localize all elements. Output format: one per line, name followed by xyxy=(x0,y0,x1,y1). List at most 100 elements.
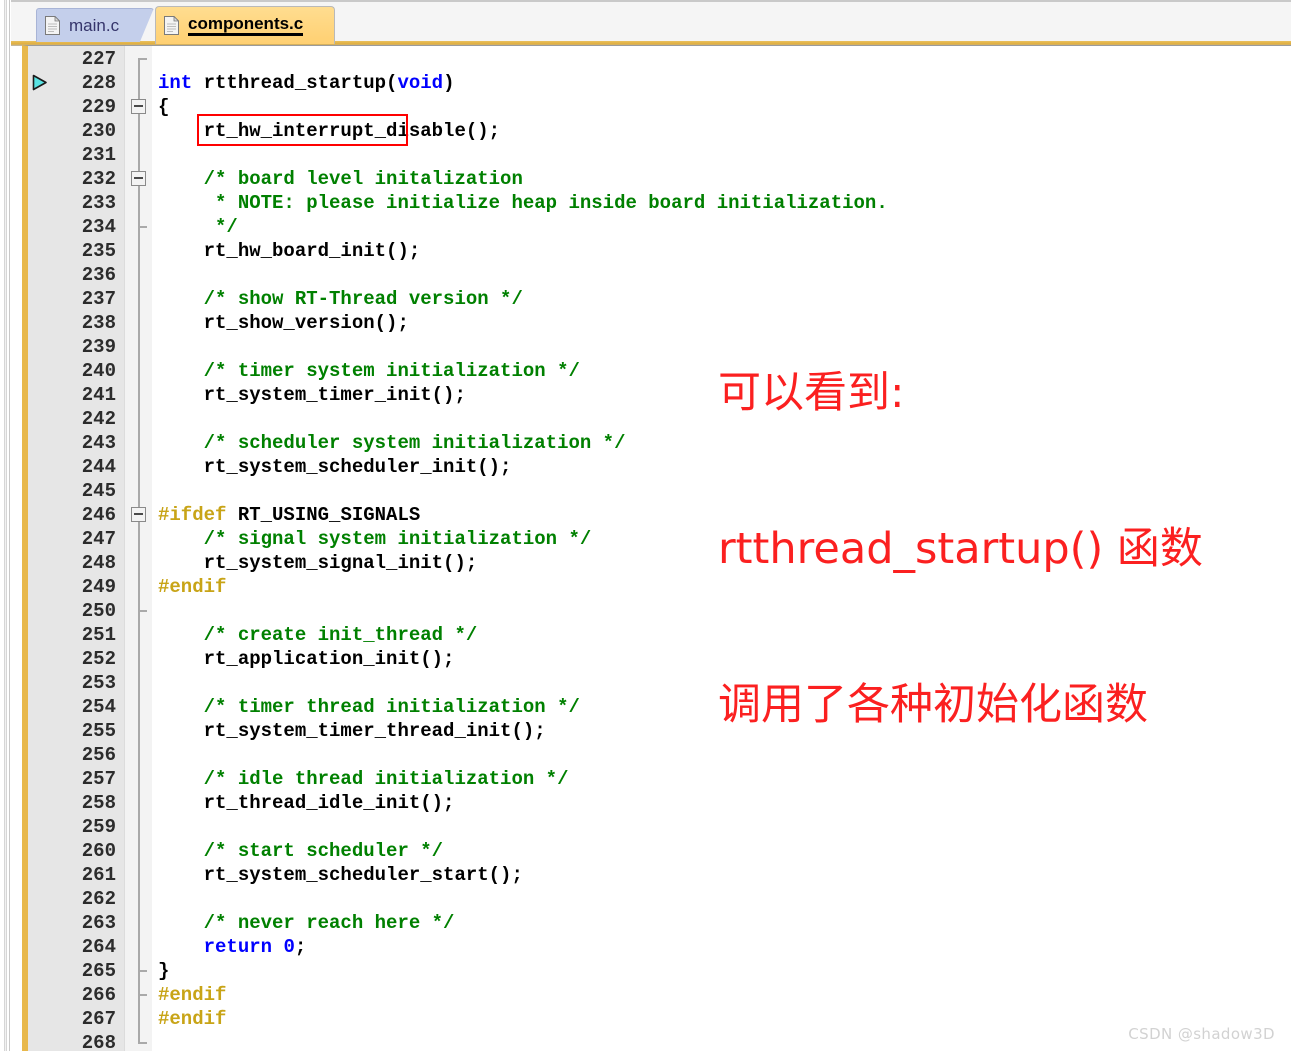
code-line[interactable]: return 0; xyxy=(158,935,307,959)
left-panel-scroll-strip xyxy=(4,0,7,1051)
code-line[interactable]: /* create init_thread */ xyxy=(158,623,478,647)
code-token: /* timer thread initialization */ xyxy=(158,696,580,718)
code-line[interactable]: /* signal system initialization */ xyxy=(158,527,592,551)
code-token: /* board level initalization xyxy=(158,168,523,190)
code-token: /* timer system initialization */ xyxy=(158,360,580,382)
code-line[interactable]: #endif xyxy=(158,575,226,599)
line-number: 244 xyxy=(81,456,116,478)
code-folding-margin[interactable] xyxy=(124,46,152,1051)
line-number: 240 xyxy=(81,360,116,382)
fold-tick xyxy=(138,226,147,228)
code-token: * NOTE: please initialize heap inside bo… xyxy=(158,192,888,214)
code-token: { xyxy=(158,96,170,118)
code-line[interactable]: int rtthread_startup(void) xyxy=(158,71,454,95)
line-number: 232 xyxy=(81,168,116,190)
line-number: 239 xyxy=(81,336,116,358)
code-line[interactable]: rt_system_timer_thread_init(); xyxy=(158,719,546,743)
fold-tick xyxy=(138,610,147,612)
code-line[interactable]: rt_hw_board_init(); xyxy=(158,239,421,263)
code-line[interactable]: { xyxy=(158,95,169,119)
code-line[interactable]: rt_system_signal_init(); xyxy=(158,551,478,575)
tab-label: components.c xyxy=(188,14,304,37)
code-line[interactable]: /* scheduler system initialization */ xyxy=(158,431,626,455)
code-line[interactable]: rt_show_version(); xyxy=(158,311,409,335)
line-number: 265 xyxy=(81,960,116,982)
code-token: rt_system_timer_thread_init(); xyxy=(158,720,546,742)
line-number: 238 xyxy=(81,312,116,334)
code-line[interactable]: /* timer thread initialization */ xyxy=(158,695,580,719)
file-icon xyxy=(164,16,179,35)
line-number: 268 xyxy=(81,1032,116,1054)
code-line[interactable]: } xyxy=(158,959,169,983)
code-token: /* scheduler system initialization */ xyxy=(158,432,626,454)
code-token: /* show RT-Thread version */ xyxy=(158,288,523,310)
line-number: 229 xyxy=(81,96,116,118)
line-number: 256 xyxy=(81,744,116,766)
code-line[interactable]: #ifdef RT_USING_SIGNALS xyxy=(158,503,420,527)
annotation-text: 可以看到: rtthread_startup() 函数 调用了各种初始化函数 xyxy=(718,263,1203,835)
code-token: 0 xyxy=(283,936,295,958)
code-line[interactable]: /* board level initalization xyxy=(158,167,523,191)
line-number: 258 xyxy=(81,792,116,814)
file-icon xyxy=(45,16,60,35)
code-token: /* create init_thread */ xyxy=(158,624,478,646)
code-line[interactable]: #endif xyxy=(158,983,226,1007)
code-token: #endif xyxy=(158,576,227,598)
code-line[interactable]: rt_system_timer_init(); xyxy=(158,383,466,407)
fold-collapse-box[interactable] xyxy=(131,99,146,114)
code-line[interactable]: */ xyxy=(158,215,238,239)
line-number: 247 xyxy=(81,528,116,550)
code-line[interactable]: /* start scheduler */ xyxy=(158,839,443,863)
line-number: 266 xyxy=(81,984,116,1006)
code-token: /* never reach here */ xyxy=(158,912,455,934)
code-line[interactable]: /* never reach here */ xyxy=(158,911,455,935)
breakpoint-margin[interactable] xyxy=(28,46,50,1051)
line-number: 234 xyxy=(81,216,116,238)
code-line[interactable]: /* timer system initialization */ xyxy=(158,359,580,383)
code-token: */ xyxy=(158,216,238,238)
code-line[interactable]: #endif xyxy=(158,1007,226,1031)
tab-main-c[interactable]: main.c xyxy=(36,8,154,42)
fold-tick xyxy=(138,994,147,996)
line-number: 262 xyxy=(81,888,116,910)
line-number: 260 xyxy=(81,840,116,862)
code-line[interactable]: /* show RT-Thread version */ xyxy=(158,287,523,311)
code-token: } xyxy=(158,960,170,982)
code-line[interactable]: rt_application_init(); xyxy=(158,647,455,671)
code-token: int xyxy=(158,72,204,94)
fold-region-end xyxy=(138,1042,147,1044)
line-number: 263 xyxy=(81,912,116,934)
editor-window: main.c components.c 227 228 229 230 231 232 23… xyxy=(0,0,1291,1054)
line-number: 241 xyxy=(81,384,116,406)
fold-collapse-box[interactable] xyxy=(131,171,146,186)
code-token: /* idle thread initialization */ xyxy=(158,768,569,790)
line-number: 227 xyxy=(81,48,116,70)
watermark: CSDN @shadow3D xyxy=(1128,1025,1275,1043)
line-number: 248 xyxy=(81,552,116,574)
fold-tick xyxy=(138,58,147,60)
code-line[interactable]: rt_hw_interrupt_disable(); xyxy=(158,119,500,143)
code-line[interactable]: * NOTE: please initialize heap inside bo… xyxy=(158,191,888,215)
line-number: 237 xyxy=(81,288,116,310)
annotation-line-3: 调用了各种初始化函数 xyxy=(718,680,1148,730)
line-number: 230 xyxy=(81,120,116,142)
fold-guide-line xyxy=(138,58,140,1042)
code-token: rt_system_scheduler_init(); xyxy=(158,456,512,478)
fold-collapse-box[interactable] xyxy=(131,507,146,522)
line-number: 255 xyxy=(81,720,116,742)
line-number: 264 xyxy=(81,936,116,958)
line-number: 259 xyxy=(81,816,116,838)
line-number: 245 xyxy=(81,480,116,502)
line-number: 231 xyxy=(81,144,116,166)
line-number: 250 xyxy=(81,600,116,622)
line-number: 267 xyxy=(81,1008,116,1030)
code-token: #ifdef xyxy=(158,504,227,526)
code-line[interactable]: rt_system_scheduler_start(); xyxy=(158,863,523,887)
line-number: 233 xyxy=(81,192,116,214)
code-line[interactable]: /* idle thread initialization */ xyxy=(158,767,569,791)
code-line[interactable]: rt_system_scheduler_init(); xyxy=(158,455,512,479)
tab-components-c[interactable]: components.c xyxy=(155,6,335,44)
line-number-gutter: 227 228 229 230 231 232 233 234 235 236 237 238 239 2… xyxy=(50,46,124,1054)
code-line[interactable]: rt_thread_idle_init(); xyxy=(158,791,455,815)
